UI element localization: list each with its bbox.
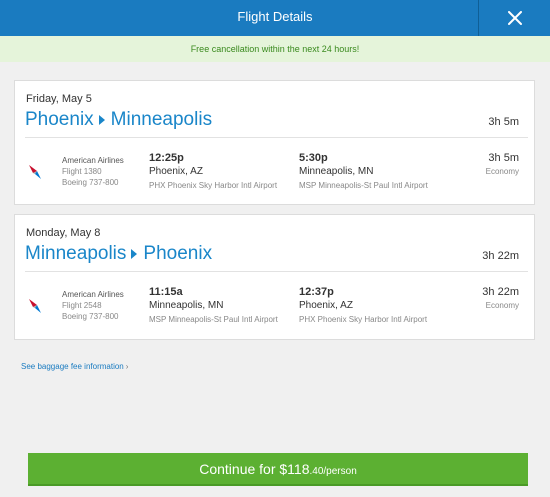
continue-price: Continue for $118 xyxy=(199,461,310,477)
arrival-airport: MSP Minneapolis-St Paul Intl Airport xyxy=(299,181,428,190)
airline-info: American Airlines Flight 2548 Boeing 737… xyxy=(62,289,124,322)
arrival-airport: PHX Phoenix Sky Harbor Intl Airport xyxy=(299,315,428,324)
baggage-fee-link[interactable]: See baggage fee information › xyxy=(21,362,128,371)
american-airlines-logo-icon xyxy=(29,165,41,179)
departure-time: 12:25p xyxy=(149,152,184,164)
trip-duration: 3h 22m xyxy=(482,250,519,262)
baggage-fee-label: See baggage fee information xyxy=(21,362,124,371)
arrival-city: Minneapolis, MN xyxy=(299,166,374,177)
cabin-class: Economy xyxy=(485,301,519,310)
arrival-info: 5:30p Minneapolis, MN MSP Minneapolis-St… xyxy=(299,151,428,193)
departure-info: 11:15a Minneapolis, MN MSP Minneapolis-S… xyxy=(149,285,278,327)
segment-summary: 3h 22m Economy xyxy=(482,285,519,313)
segment-duration: 3h 5m xyxy=(488,152,519,164)
departure-info: 12:25p Phoenix, AZ PHX Phoenix Sky Harbo… xyxy=(149,151,277,193)
departure-time: 11:15a xyxy=(149,286,183,298)
american-airlines-logo-icon xyxy=(29,299,41,313)
airline-info: American Airlines Flight 1380 Boeing 737… xyxy=(62,155,124,188)
arrival-info: 12:37p Phoenix, AZ PHX Phoenix Sky Harbo… xyxy=(299,285,427,327)
close-button[interactable] xyxy=(479,0,550,36)
trip-card-return: Monday, May 8 Minneapolis Phoenix 3h 22m… xyxy=(14,214,535,340)
departure-city: Phoenix, AZ xyxy=(149,166,203,177)
trip-duration: 3h 5m xyxy=(488,116,519,128)
trip-date: Monday, May 8 xyxy=(26,227,101,239)
route-arrow-icon xyxy=(98,115,105,125)
flight-number: Flight 2548 xyxy=(62,301,102,310)
route-arrow-icon xyxy=(131,249,138,259)
chevron-right-icon: › xyxy=(125,362,129,371)
route-origin: Phoenix xyxy=(25,109,94,130)
trip-date: Friday, May 5 xyxy=(26,93,92,105)
page-title: Flight Details xyxy=(237,9,313,24)
aircraft-type: Boeing 737-800 xyxy=(62,178,119,187)
airline-name: American Airlines xyxy=(62,290,124,299)
flight-number: Flight 1380 xyxy=(62,167,102,176)
segment-duration: 3h 22m xyxy=(482,286,519,298)
route-destination: Phoenix xyxy=(143,243,213,264)
trip-card-outbound: Friday, May 5 Phoenix Minneapolis 3h 5m … xyxy=(14,80,535,205)
arrival-city: Phoenix, AZ xyxy=(299,300,353,311)
segment-summary: 3h 5m Economy xyxy=(486,151,519,179)
departure-airport: MSP Minneapolis-St Paul Intl Airport xyxy=(149,315,278,324)
departure-city: Minneapolis, MN xyxy=(149,300,224,311)
airline-name: American Airlines xyxy=(62,156,124,165)
arrival-time: 5:30p xyxy=(299,152,328,164)
route-destination: Minneapolis xyxy=(110,109,213,130)
route-origin: Minneapolis xyxy=(25,243,127,264)
aircraft-type: Boeing 737-800 xyxy=(62,312,119,321)
close-icon xyxy=(507,11,522,25)
continue-price-suffix: .40/person xyxy=(309,466,357,477)
cabin-class: Economy xyxy=(485,167,519,176)
departure-airport: PHX Phoenix Sky Harbor Intl Airport xyxy=(149,181,278,190)
trip-route: Phoenix Minneapolis xyxy=(25,109,212,131)
cancellation-notice: Free cancellation within the next 24 hou… xyxy=(0,36,550,62)
divider xyxy=(25,271,528,272)
divider xyxy=(25,137,528,138)
trip-route: Minneapolis Phoenix xyxy=(25,243,212,265)
arrival-time: 12:37p xyxy=(299,286,334,298)
header-bar: Flight Details xyxy=(0,0,550,36)
continue-button[interactable]: Continue for $118.40/person xyxy=(28,453,528,486)
